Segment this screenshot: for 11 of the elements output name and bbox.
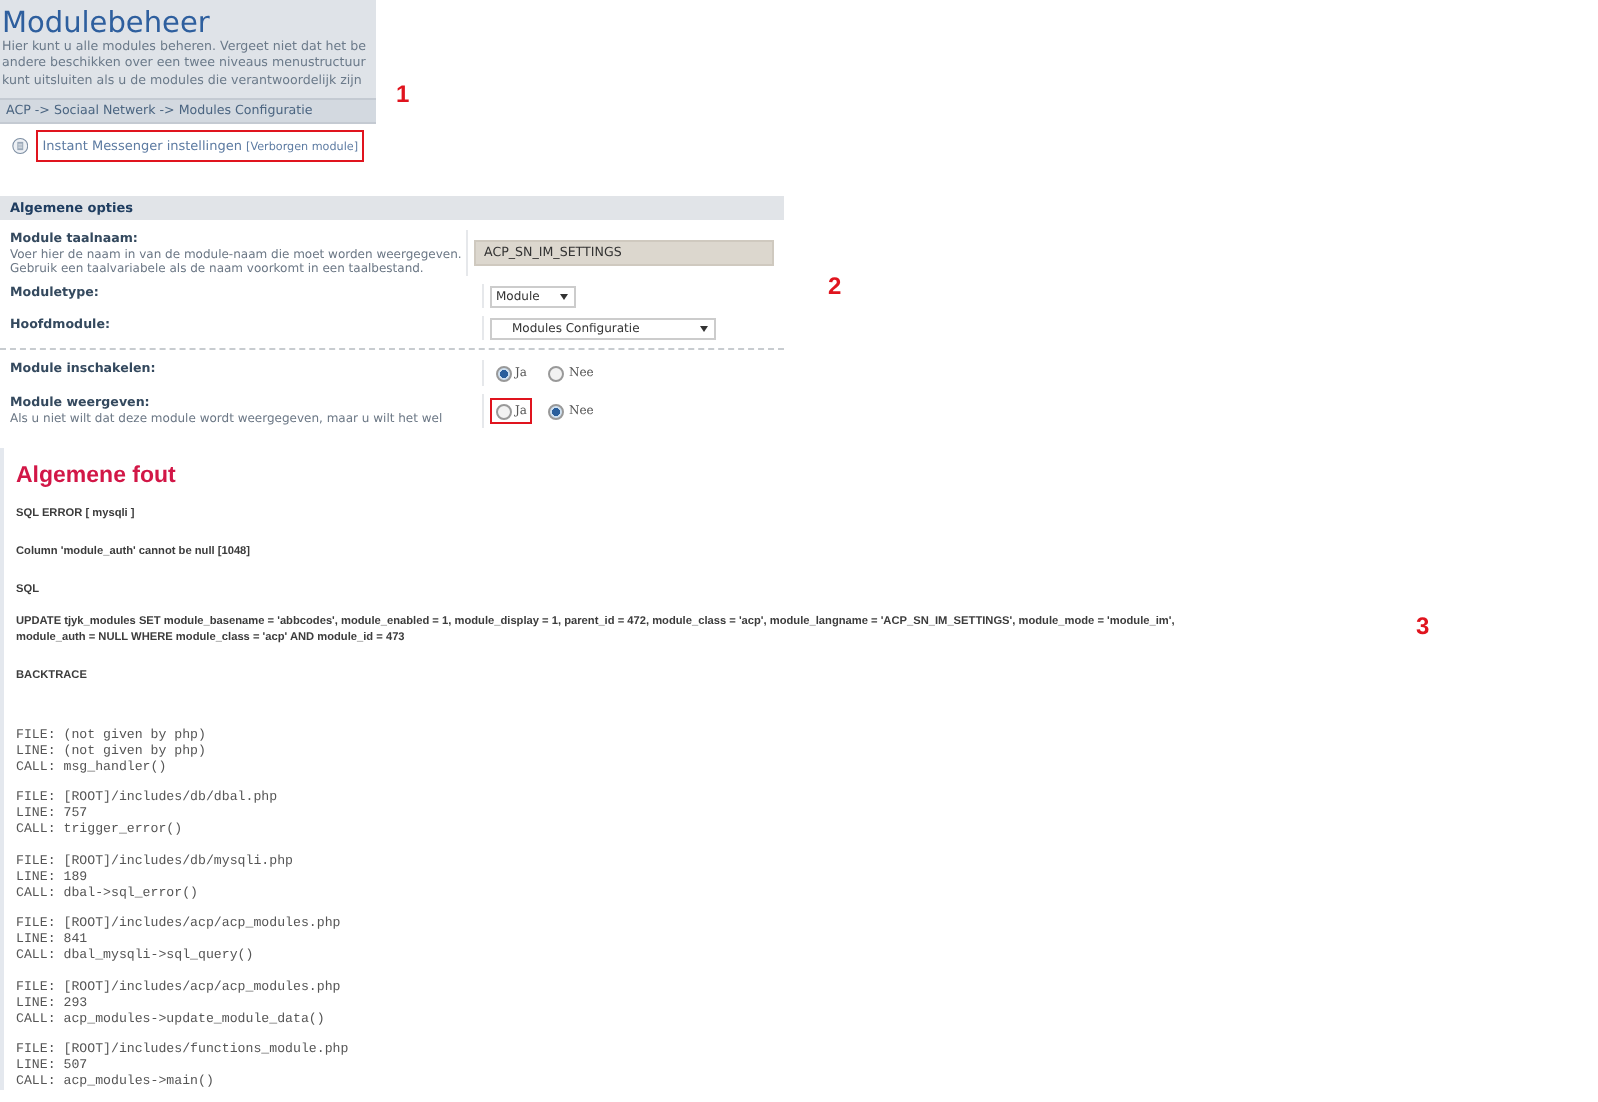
error-title: Algemene fout	[16, 463, 178, 488]
radio-button[interactable]	[495, 403, 511, 420]
radio-button[interactable]	[548, 403, 565, 420]
annotation-number: 1	[396, 80, 410, 108]
annotation-number: 3	[1416, 611, 1430, 640]
radio-button[interactable]	[548, 365, 565, 382]
annotation-number: 2	[828, 271, 842, 300]
caret-icon	[560, 293, 568, 300]
page-title: Modulebeheer	[0, 8, 212, 40]
radio-button[interactable]	[495, 365, 511, 382]
caret-icon	[700, 325, 708, 332]
